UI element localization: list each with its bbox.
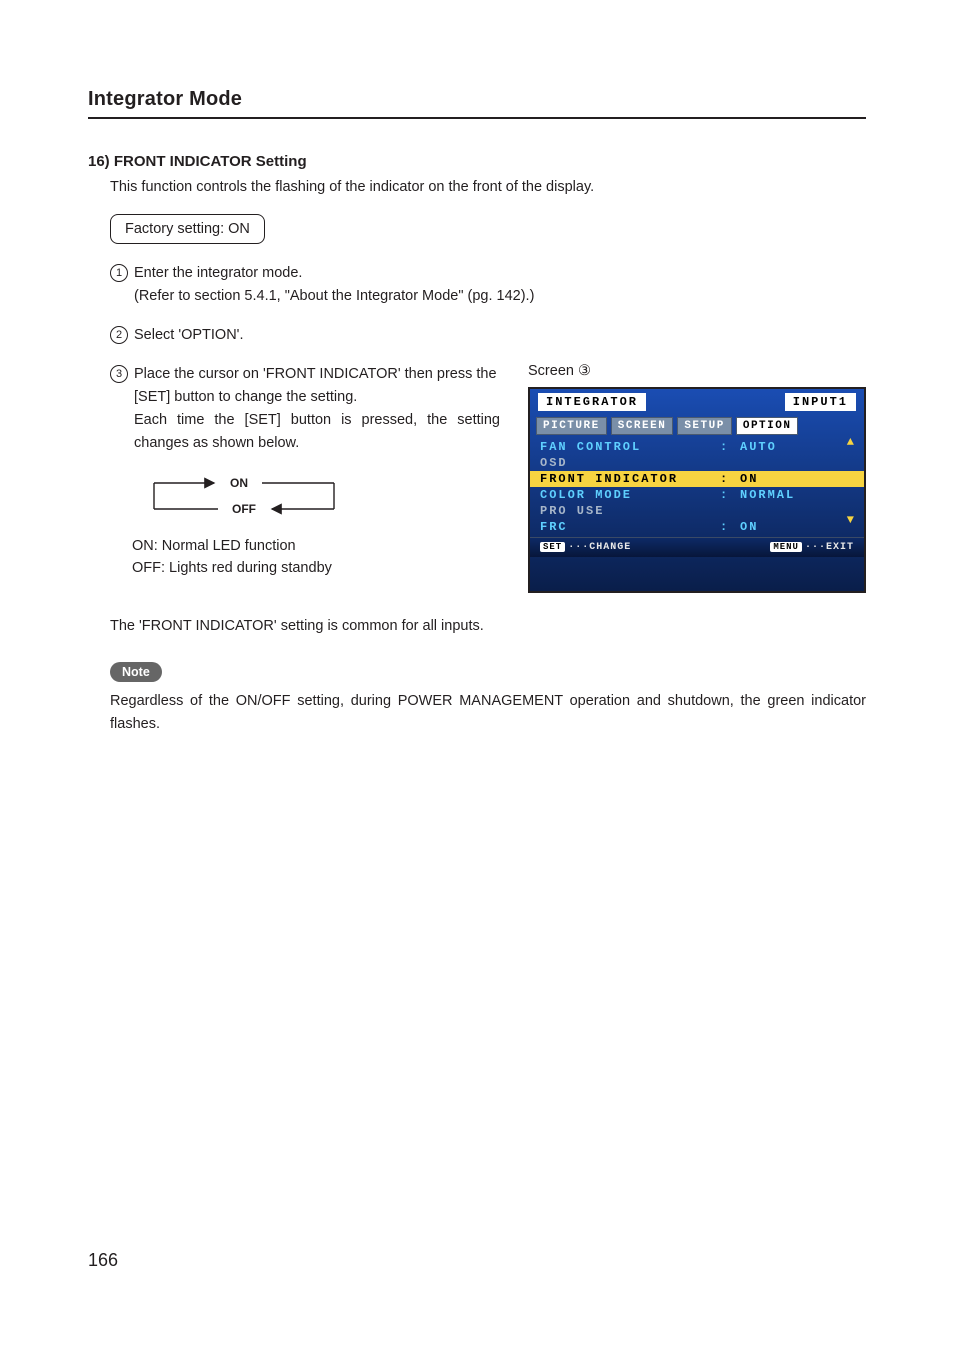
legend-off: OFF: Lights red during standby xyxy=(132,557,500,579)
step-3: 3 Place the cursor on 'FRONT INDICATOR' … xyxy=(110,363,500,455)
osd-row-fan-control: FAN CONTROL:AUTO xyxy=(540,439,854,455)
osd-row-frc: FRC:ON xyxy=(540,519,854,535)
osd-screen: INTEGRATOR INPUT1 PICTURE SCREEN SETUP O… xyxy=(528,387,866,593)
osd-footer-set: SET···CHANGE xyxy=(540,542,631,553)
osd-tab-screen: SCREEN xyxy=(611,417,674,435)
osd-row-osd: OSD xyxy=(540,455,854,471)
step-1-line-2: (Refer to section 5.4.1, "About the Inte… xyxy=(134,285,866,308)
svg-text:ON: ON xyxy=(230,476,248,490)
step-marker-1: 1 xyxy=(110,264,128,282)
step-2: 2 Select 'OPTION'. xyxy=(110,324,866,347)
subsection-title: FRONT INDICATOR Setting xyxy=(114,153,307,170)
osd-tab-picture: PICTURE xyxy=(536,417,607,435)
osd-row-color-mode: COLOR MODE:NORMAL xyxy=(540,487,854,503)
step-marker-3: 3 xyxy=(110,365,128,383)
svg-text:OFF: OFF xyxy=(232,502,256,516)
step-3-line-2: Each time the [SET] button is pressed, t… xyxy=(134,409,500,455)
osd-row-front-indicator: FRONT INDICATOR:ON xyxy=(530,471,864,487)
osd-title: INTEGRATOR xyxy=(538,393,646,411)
step-1: 1 Enter the integrator mode. (Refer to s… xyxy=(110,262,866,308)
osd-footer: SET···CHANGE MENU···EXIT xyxy=(530,537,864,557)
scroll-down-icon: ▼ xyxy=(847,513,856,527)
osd-list: ▲ ▼ FAN CONTROL:AUTO OSD FRONT INDICATOR… xyxy=(530,435,864,537)
intro-paragraph: This function controls the flashing of t… xyxy=(110,176,866,198)
osd-tab-option: OPTION xyxy=(736,417,799,435)
scroll-up-icon: ▲ xyxy=(847,435,856,449)
osd-row-pro-use: PRO USE xyxy=(540,503,854,519)
step-3-line-1: Place the cursor on 'FRONT INDICATOR' th… xyxy=(134,363,500,409)
subsection-number: 16) xyxy=(88,153,110,170)
note-pill: Note xyxy=(110,662,162,682)
step-1-line-1: Enter the integrator mode. xyxy=(134,262,866,285)
screen-label: Screen ③ xyxy=(528,363,866,379)
section-title: Integrator Mode xyxy=(88,88,866,119)
step-2-text: Select 'OPTION'. xyxy=(134,324,866,347)
osd-footer-menu: MENU···EXIT xyxy=(770,542,854,553)
step-marker-2: 2 xyxy=(110,326,128,344)
legend-on: ON: Normal LED function xyxy=(132,535,500,557)
osd-input-badge: INPUT1 xyxy=(785,393,856,411)
page-number: 166 xyxy=(88,1250,118,1271)
subsection-heading: 16) FRONT INDICATOR Setting xyxy=(88,153,866,170)
factory-setting-box: Factory setting: ON xyxy=(110,214,265,244)
osd-tab-setup: SETUP xyxy=(677,417,732,435)
osd-tabs: PICTURE SCREEN SETUP OPTION xyxy=(530,417,864,435)
common-note: The 'FRONT INDICATOR' setting is common … xyxy=(110,615,866,637)
note-text: Regardless of the ON/OFF setting, during… xyxy=(110,690,866,736)
cycle-diagram: ON OFF xyxy=(144,471,500,521)
